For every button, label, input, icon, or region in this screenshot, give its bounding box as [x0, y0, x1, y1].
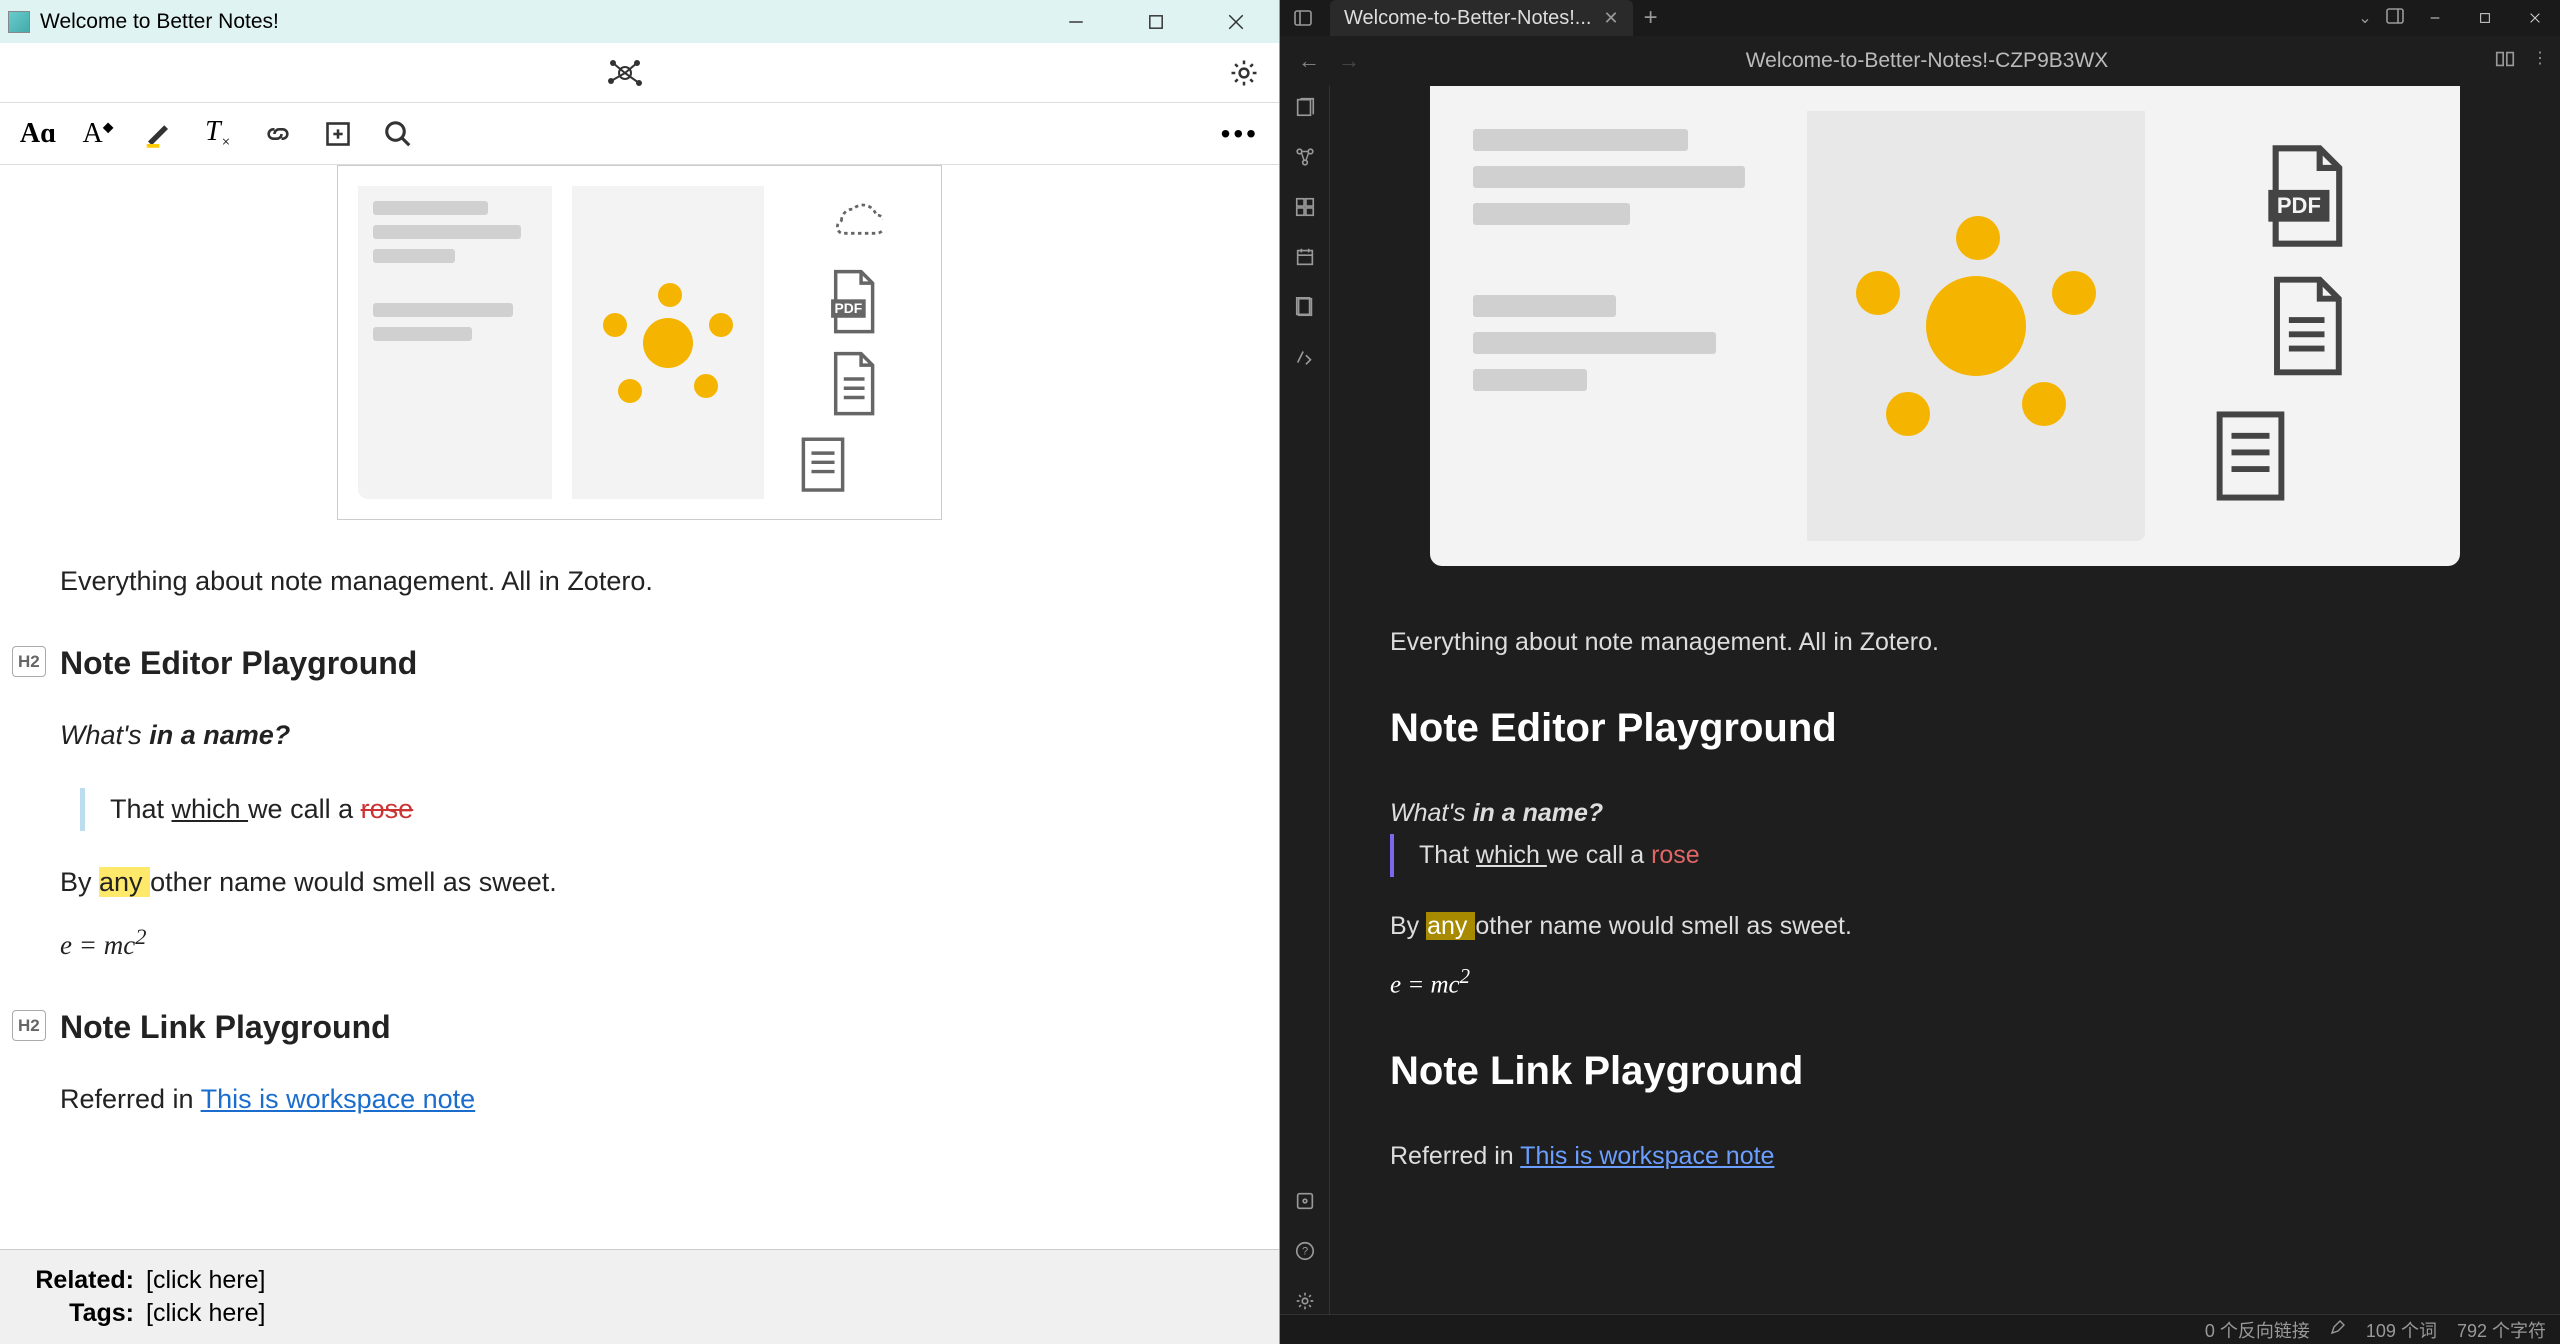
intro-text: Everything about note management. All in…	[1390, 621, 2500, 664]
by-any-other: By any other name would smell as sweet.	[1390, 905, 2500, 948]
referred-in: Referred in This is workspace note	[1390, 1135, 2500, 1178]
pdf-file-icon: PDF	[2250, 141, 2360, 251]
workspace-note-link[interactable]: This is workspace note	[201, 1084, 476, 1114]
cloud-icon	[823, 186, 883, 255]
more-options-icon[interactable]: ⋮	[2532, 48, 2548, 75]
status-bar: 0 个反向链接 109 个词 792 个字符	[1280, 1314, 2560, 1344]
search-tool[interactable]	[380, 116, 416, 152]
intro-text: Everything about note management. All in…	[60, 560, 1219, 603]
tab-dropdown-icon[interactable]: ⌄	[2350, 8, 2380, 28]
by-any-other: By any other name would smell as sweet.	[60, 861, 1219, 904]
new-tab-button[interactable]: +	[1633, 4, 1669, 32]
titlebar: Welcome-to-Better-Notes!... ✕ + ⌄	[1280, 0, 2560, 36]
maximize-button[interactable]	[1121, 7, 1191, 37]
settings-icon[interactable]	[1229, 58, 1259, 88]
note-content[interactable]: PDF Everything about note management. Al…	[1330, 86, 2560, 1314]
close-button[interactable]	[1201, 7, 1271, 37]
left-rail: ?	[1280, 86, 1330, 1314]
font-tool[interactable]: Aɑ	[20, 116, 56, 152]
h2-badge: H2	[12, 1010, 46, 1041]
titlebar: Welcome to Better Notes!	[0, 0, 1279, 43]
whats-in-a-name: What's in a name?	[1390, 792, 2500, 835]
quote-block: That which we call a rose	[1390, 834, 2500, 877]
heading-playground: Note Editor Playground	[1390, 694, 2500, 762]
equation: e = mc2	[60, 919, 1219, 967]
zotero-network-icon	[605, 53, 645, 93]
canvas-icon[interactable]	[1292, 194, 1318, 220]
minimize-button[interactable]	[2410, 3, 2460, 33]
maximize-button[interactable]	[2460, 3, 2510, 33]
breadcrumb[interactable]: Welcome-to-Better-Notes!-CZP9B3WX	[1360, 49, 2494, 73]
command-icon[interactable]	[1292, 344, 1318, 370]
header-bar: ← → Welcome-to-Better-Notes!-CZP9B3WX ⋮	[1280, 36, 2560, 86]
whats-in-a-name: What's in a name?	[60, 714, 1219, 757]
heading-playground: H2Note Editor Playground	[60, 638, 1219, 689]
zotero-window: Welcome to Better Notes! Aɑ A◆ T× •••	[0, 0, 1280, 1344]
left-sidebar-toggle[interactable]	[1280, 8, 1326, 28]
insert-tool[interactable]	[320, 116, 356, 152]
note-file-icon	[793, 430, 853, 499]
heading-link-playground: H2Note Link Playground	[60, 1002, 1219, 1053]
daily-note-icon[interactable]	[1292, 244, 1318, 270]
minimize-button[interactable]	[1041, 7, 1111, 37]
tags-value[interactable]: [click here]	[146, 1299, 265, 1328]
close-button[interactable]	[2510, 3, 2560, 33]
related-value[interactable]: [click here]	[146, 1266, 265, 1295]
status-backlinks[interactable]: 0 个反向链接	[2205, 1317, 2310, 1343]
more-menu[interactable]: •••	[1221, 118, 1259, 150]
svg-text:PDF: PDF	[834, 300, 862, 316]
app-icon	[8, 11, 30, 33]
tab-title: Welcome-to-Better-Notes!...	[1344, 7, 1591, 30]
tags-label: Tags:	[24, 1299, 134, 1328]
pdf-file-icon: PDF	[823, 267, 883, 336]
clear-format-tool[interactable]: T×	[200, 116, 236, 152]
hero-illustration: PDF	[337, 165, 942, 520]
right-sidebar-toggle[interactable]	[2380, 6, 2410, 31]
footer-metadata: Related: [click here] Tags: [click here]	[0, 1249, 1279, 1344]
status-words[interactable]: 109 个词	[2366, 1317, 2437, 1343]
vault-icon[interactable]	[1292, 1188, 1318, 1214]
svg-text:?: ?	[1301, 1246, 1307, 1258]
obsidian-window: Welcome-to-Better-Notes!... ✕ + ⌄ ← → We…	[1280, 0, 2560, 1344]
files-icon[interactable]	[1292, 94, 1318, 120]
top-bar	[0, 43, 1279, 103]
svg-text:PDF: PDF	[2277, 193, 2321, 218]
text-color-tool[interactable]: A◆	[80, 116, 116, 152]
help-icon[interactable]: ?	[1292, 1238, 1318, 1264]
graph-icon[interactable]	[1292, 144, 1318, 170]
templates-icon[interactable]	[1292, 294, 1318, 320]
note-file-icon	[2203, 401, 2298, 511]
quote-block: That which we call a rose	[80, 788, 1219, 831]
reader-mode-icon[interactable]	[2494, 48, 2516, 75]
nav-back-icon[interactable]: ←	[1298, 48, 1320, 74]
referred-in: Referred in This is workspace note	[60, 1078, 1219, 1121]
highlight-tool[interactable]	[140, 116, 176, 152]
equation: e = mc2	[1390, 959, 2500, 1007]
link-tool[interactable]	[260, 116, 296, 152]
tab-close-icon[interactable]: ✕	[1603, 8, 1618, 29]
workspace-note-link[interactable]: This is workspace note	[1520, 1142, 1774, 1170]
doc-file-icon	[2258, 271, 2353, 381]
window-title: Welcome to Better Notes!	[40, 10, 1041, 34]
hero-illustration: PDF	[1430, 86, 2460, 566]
nav-forward-icon[interactable]: →	[1338, 48, 1360, 74]
heading-link-playground: Note Link Playground	[1390, 1037, 2500, 1105]
editor-toolbar: Aɑ A◆ T× •••	[0, 103, 1279, 165]
doc-file-icon	[823, 349, 883, 418]
settings-icon[interactable]	[1292, 1288, 1318, 1314]
tab-active[interactable]: Welcome-to-Better-Notes!... ✕	[1330, 0, 1633, 36]
related-label: Related:	[24, 1266, 134, 1295]
h2-badge: H2	[12, 646, 46, 677]
note-content[interactable]: PDF Everything about note management. Al…	[0, 165, 1279, 1249]
status-chars[interactable]: 792 个字符	[2457, 1317, 2546, 1343]
edit-mode-icon[interactable]	[2330, 1319, 2346, 1340]
